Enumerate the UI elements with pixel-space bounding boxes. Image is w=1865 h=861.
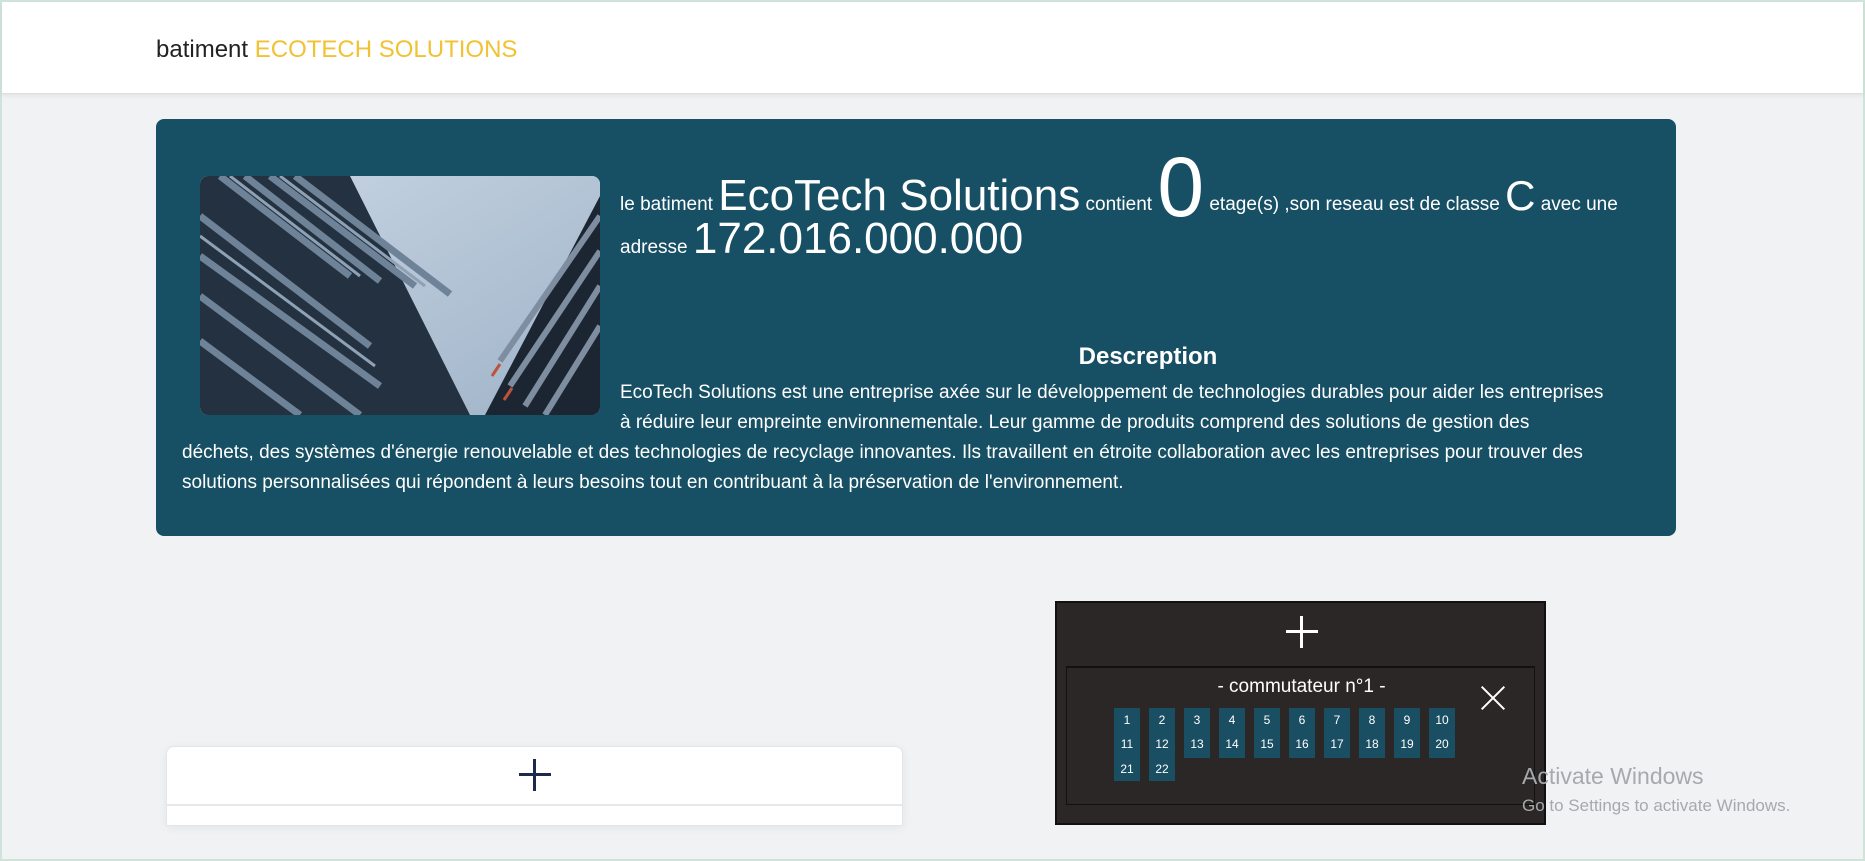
switch-port[interactable]: 14 — [1219, 733, 1245, 756]
switch-port[interactable]: 15 — [1254, 733, 1280, 756]
description-title: Descreption — [1078, 343, 1218, 370]
switch-port[interactable]: 16 — [1289, 733, 1315, 756]
close-icon[interactable] — [1480, 685, 1506, 711]
floor-count: 0 — [1157, 140, 1205, 234]
network-address: 172.016.000.000 — [692, 214, 1024, 263]
brand[interactable]: batiment ECOTECH SOLUTIONS — [156, 36, 517, 64]
network-class: C — [1505, 172, 1536, 219]
building-card: le batiment EcoTech Solutions contient 0… — [156, 119, 1676, 536]
switch-port[interactable]: 12 — [1149, 733, 1175, 756]
description-line: déchets, des systèmes d'énergie renouvel… — [182, 442, 1583, 463]
text-avec-une: avec une — [1540, 194, 1618, 215]
divider — [167, 804, 902, 806]
description-line: à réduire leur empreinte environnemental… — [620, 412, 1530, 433]
add-switch-icon[interactable] — [1286, 616, 1318, 648]
add-floor-panel — [166, 746, 903, 826]
building-summary: le batiment EcoTech Solutions contient 0… — [620, 145, 1660, 263]
text-le-batiment: le batiment — [620, 194, 713, 215]
switch-port[interactable]: 13 — [1184, 733, 1210, 756]
switch-port[interactable]: 19 — [1394, 733, 1420, 756]
switch-port[interactable]: 21 — [1114, 758, 1140, 781]
brand-name: ECOTECH SOLUTIONS — [254, 36, 518, 63]
add-icon[interactable] — [519, 759, 551, 791]
activate-windows-subtitle: Go to Settings to activate Windows. — [1522, 796, 1791, 815]
switch-title: - commutateur n°1 - — [1217, 676, 1386, 697]
building-image — [200, 176, 600, 415]
switch-panel: - commutateur n°1 - 1 2 3 4 5 6 7 8 9 10… — [1055, 601, 1546, 825]
description-line: EcoTech Solutions est une entreprise axé… — [620, 382, 1604, 403]
switch-port[interactable]: 20 — [1429, 733, 1455, 756]
address-row: adresse 172.016.000.000 — [620, 213, 1023, 274]
navbar: batiment ECOTECH SOLUTIONS — [2, 2, 1863, 94]
switch-port[interactable]: 11 — [1114, 733, 1140, 756]
activate-windows-title: Activate Windows — [1522, 763, 1704, 789]
text-adresse: adresse — [620, 237, 688, 258]
switch-port[interactable]: 17 — [1324, 733, 1350, 756]
switch-card: - commutateur n°1 - 1 2 3 4 5 6 7 8 9 10… — [1066, 666, 1535, 805]
switch-port[interactable]: 22 — [1149, 758, 1175, 781]
text-etage: etage(s) ,son reseau est de classe — [1209, 194, 1500, 215]
brand-prefix: batiment — [156, 36, 249, 63]
text-contient: contient — [1085, 194, 1153, 215]
description-line: solutions personnalisées qui répondent à… — [182, 472, 1124, 493]
switch-port[interactable]: 18 — [1359, 733, 1385, 756]
